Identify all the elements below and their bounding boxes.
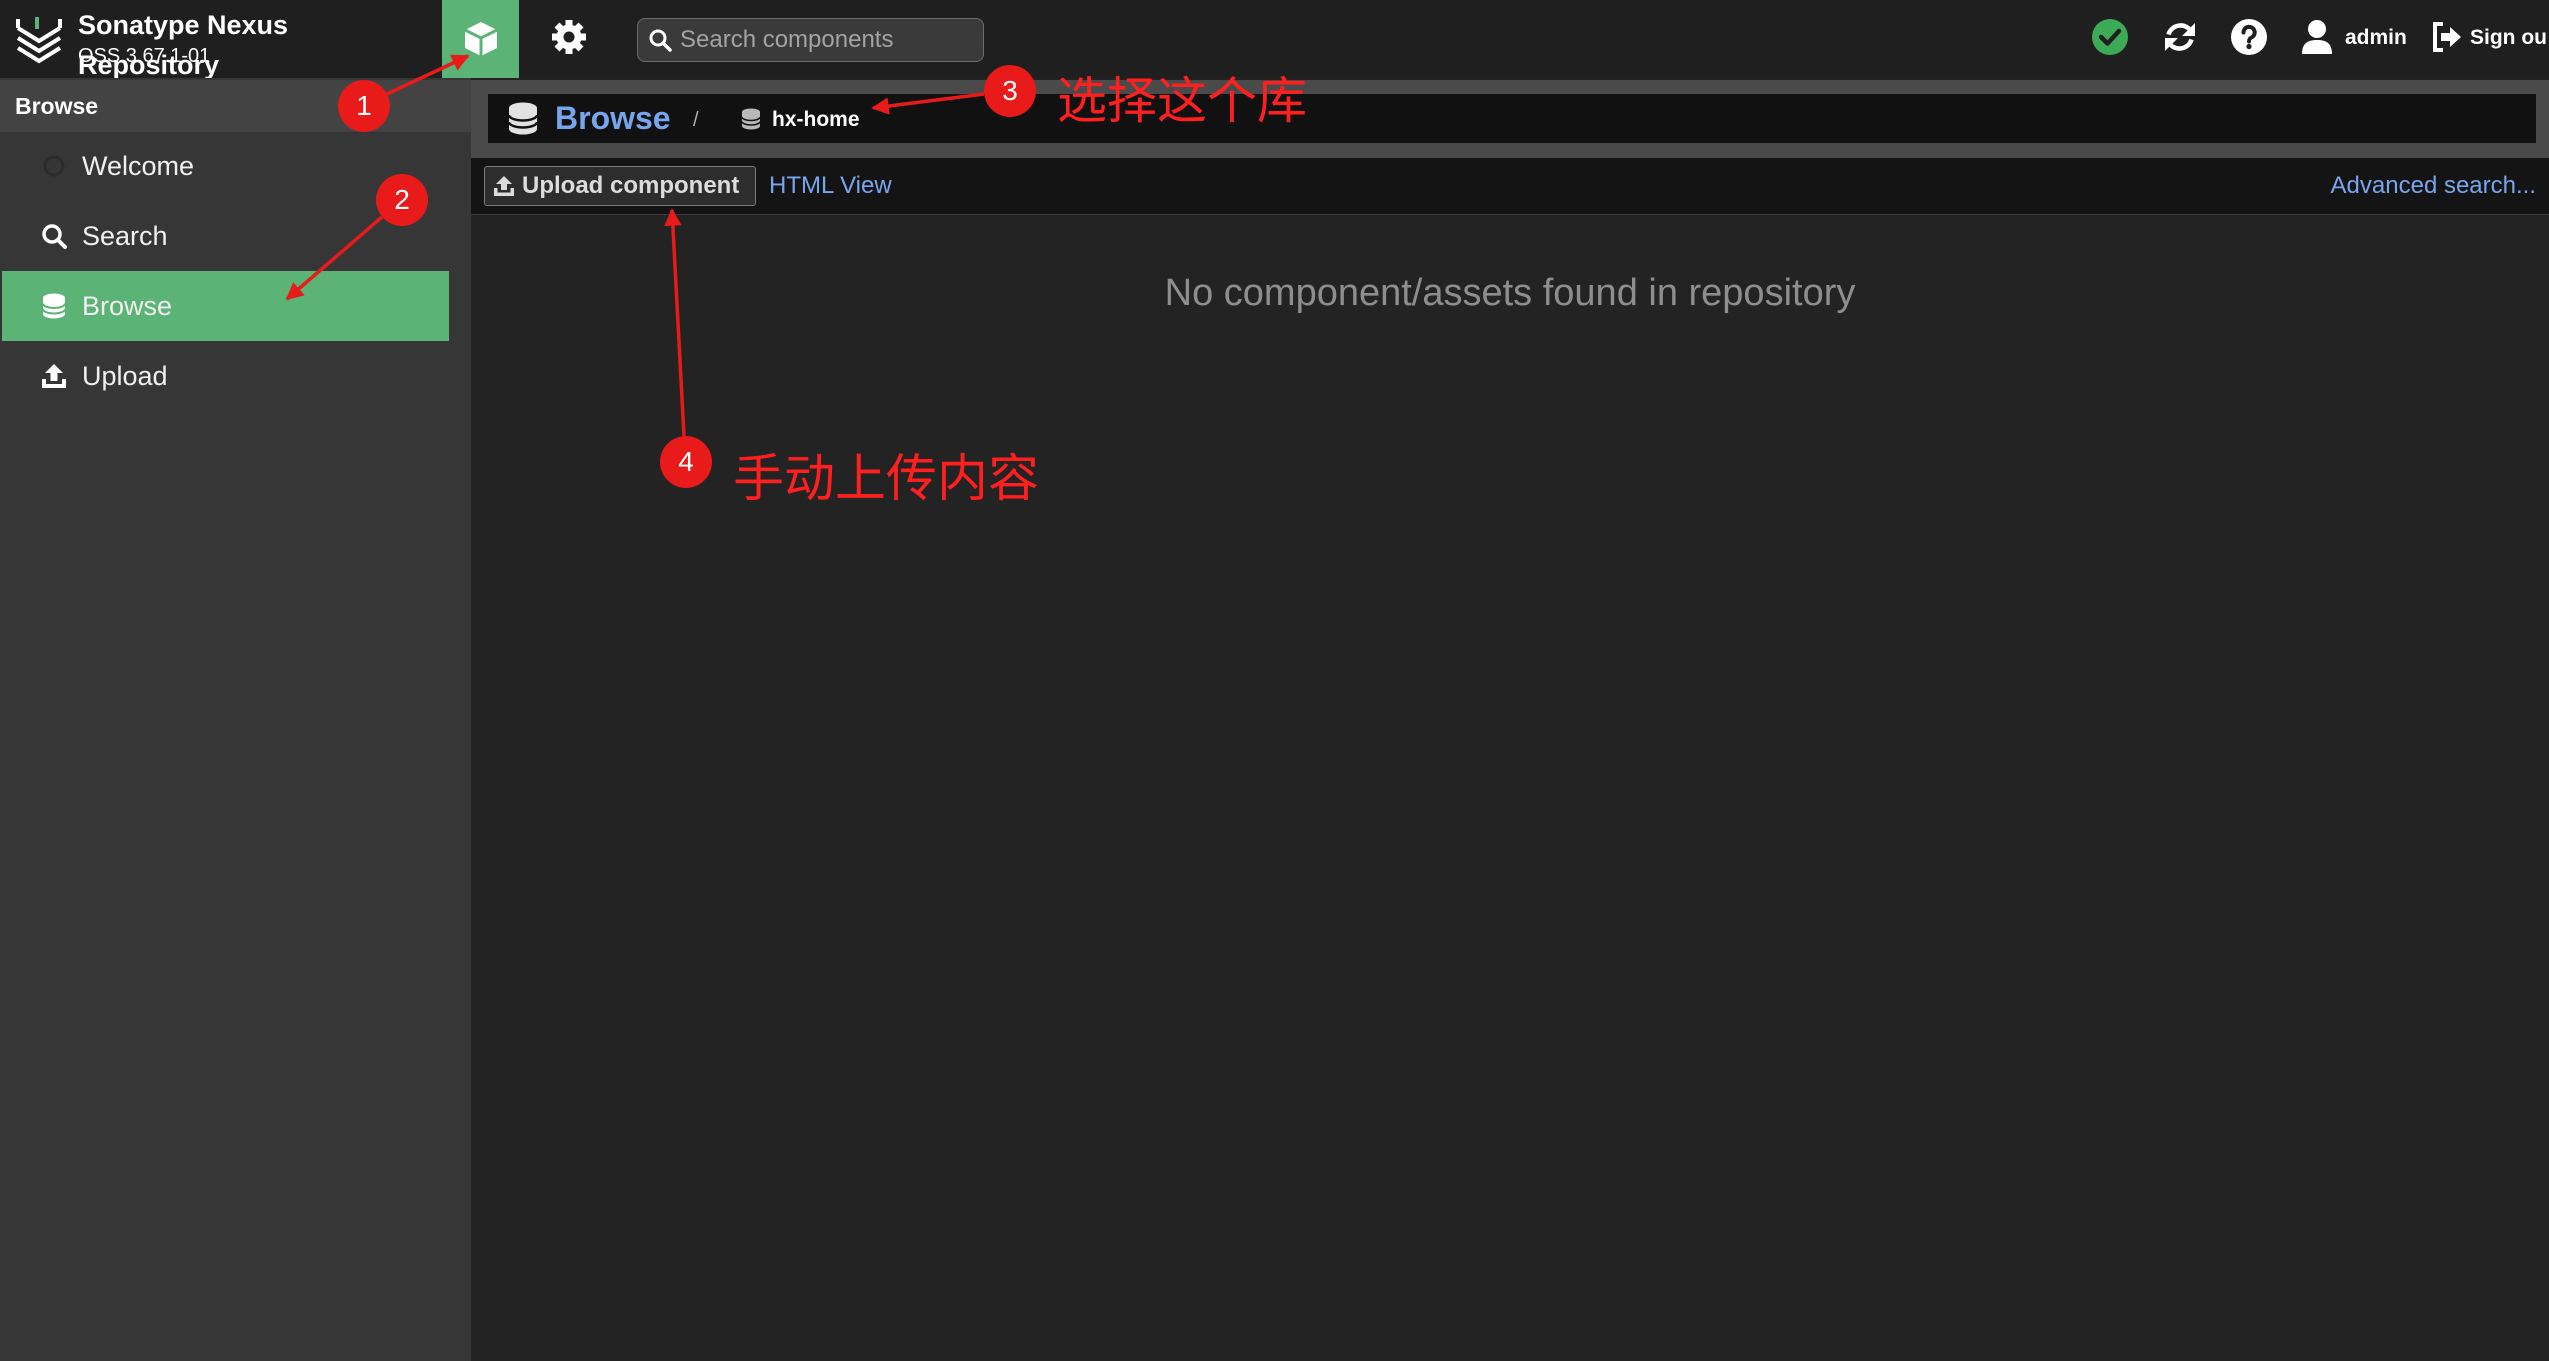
sign-out-link[interactable]: Sign ou <box>2470 24 2547 52</box>
sidebar-item-upload[interactable]: Upload <box>2 341 449 411</box>
search-box[interactable] <box>637 18 984 62</box>
annotation-note-4: 手动上传内容 <box>733 450 1040 509</box>
repository-icon <box>741 108 761 130</box>
sidebar: Browse Welcome Search Browse Upload <box>0 78 471 1361</box>
check-circle-icon[interactable] <box>2091 18 2129 56</box>
empty-state-message: No component/assets found in repository <box>1164 272 1856 314</box>
annotation-marker-1: 1 <box>338 80 390 132</box>
main-content: Browse / hx-home Upload component HTML V… <box>471 78 2549 1361</box>
sidebar-item-label: Welcome <box>82 151 195 181</box>
annotation-marker-4: 4 <box>660 436 712 488</box>
product-version: OSS 3.67.1-01 <box>78 45 211 67</box>
user-icon[interactable] <box>2300 19 2334 55</box>
top-header: Sonatype Nexus Repository OSS 3.67.1-01 <box>0 0 2549 78</box>
html-view-link[interactable]: HTML View <box>769 158 892 214</box>
browse-toolbar: Upload component HTML View Advanced sear… <box>471 158 2549 215</box>
upload-icon <box>42 364 66 388</box>
database-icon <box>42 293 66 319</box>
advanced-search-link[interactable]: Advanced search... <box>2331 158 2536 214</box>
annotation-marker-3: 3 <box>984 65 1036 117</box>
annotation-note-3: 选择这个库 <box>1057 72 1307 130</box>
sidebar-item-browse[interactable]: Browse <box>2 271 449 341</box>
refresh-icon[interactable] <box>2161 18 2199 56</box>
breadcrumb-bar: Browse / hx-home <box>488 94 2536 143</box>
sidebar-item-label: Search <box>82 221 168 251</box>
sidebar-title: Browse <box>15 93 99 119</box>
search-icon <box>649 29 672 52</box>
breadcrumb-separator: / <box>693 109 699 131</box>
browse-mode-button[interactable] <box>442 0 519 78</box>
cube-icon <box>463 22 498 56</box>
breadcrumb: Browse / hx-home <box>471 80 2549 158</box>
breadcrumb-browse-link[interactable]: Browse <box>555 99 671 137</box>
upload-component-label: Upload component <box>522 172 740 199</box>
sonatype-logo-icon <box>16 17 62 64</box>
welcome-icon <box>43 155 65 177</box>
database-icon <box>507 102 539 135</box>
search-input[interactable] <box>680 19 975 61</box>
help-icon[interactable] <box>2230 18 2268 56</box>
sidebar-item-label: Upload <box>82 361 168 391</box>
product-title: Sonatype Nexus <box>78 10 289 40</box>
username-label[interactable]: admin <box>2345 24 2407 52</box>
sign-out-icon[interactable] <box>2430 20 2464 54</box>
breadcrumb-repository: hx-home <box>772 108 860 131</box>
upload-icon <box>494 176 514 196</box>
sidebar-header: Browse <box>0 80 471 132</box>
gear-icon[interactable] <box>549 17 589 57</box>
annotation-marker-2: 2 <box>376 174 428 226</box>
search-icon <box>42 224 67 249</box>
sidebar-item-label: Browse <box>82 291 173 321</box>
upload-component-button[interactable]: Upload component <box>484 166 756 206</box>
